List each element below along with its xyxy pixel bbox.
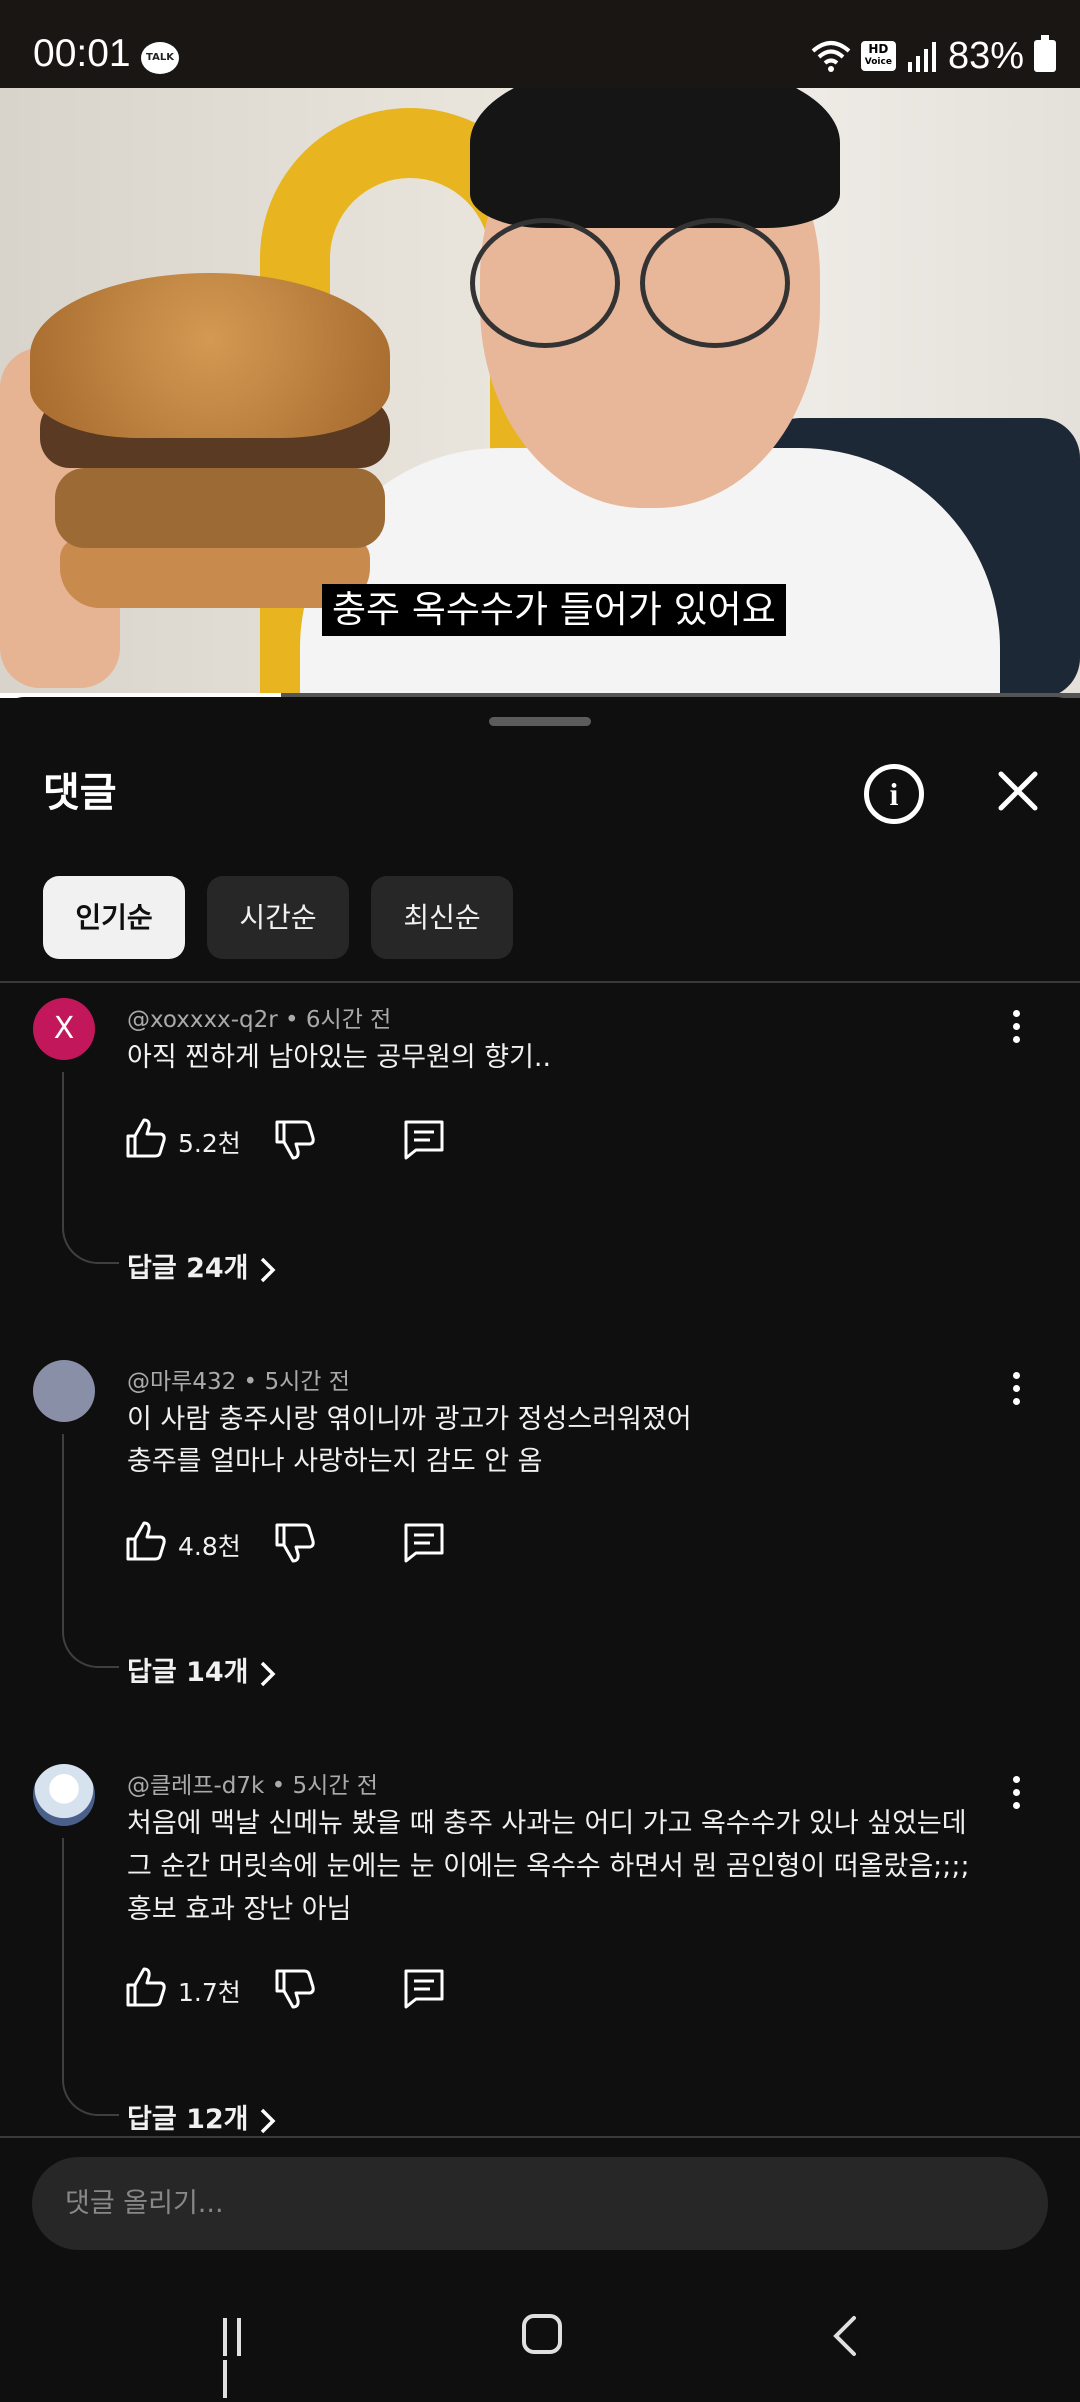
comment-text-line: 처음에 맥날 신메뉴 봤을 때 충주 사과는 어디 가고 옥수수가 있나 싶었는… <box>127 1808 967 1839</box>
info-button[interactable]: i <box>864 764 924 824</box>
replies-button[interactable]: 답글 12개 <box>127 2097 277 2136</box>
battery-percent: 83% <box>947 34 1024 77</box>
like-count: 5.2천 <box>178 1129 241 1158</box>
thread-line <box>62 1838 119 2116</box>
status-bar: 00:01 TALK HD Voice 83% <box>0 0 1080 88</box>
info-icon: i <box>889 776 899 812</box>
chevron-right-icon <box>260 1661 275 1686</box>
reply-icon[interactable] <box>402 1967 446 2011</box>
thread-line <box>62 1434 119 1668</box>
replies-count: 답글 12개 <box>127 2104 249 2135</box>
wifi-icon <box>811 41 851 72</box>
status-time: 00:01 <box>33 32 131 75</box>
close-icon[interactable] <box>993 766 1043 816</box>
panel-title: 댓글 <box>43 770 117 816</box>
chip-popular[interactable]: 인기순 <box>43 876 185 959</box>
chip-newest[interactable]: 최신순 <box>371 876 513 959</box>
reply-icon[interactable] <box>402 1118 446 1162</box>
glasses-right <box>640 218 790 348</box>
reply-icon[interactable] <box>402 1521 446 1565</box>
comment-author[interactable]: @xoxxxx-q2r <box>127 1007 278 1033</box>
comment-text-line: 이 사람 충주시랑 엮이니까 광고가 정성스러워졌어 <box>127 1404 692 1435</box>
dislike-icon[interactable] <box>273 1118 317 1162</box>
comment-author[interactable]: @클레프-d7k <box>127 1773 264 1799</box>
replies-button[interactable]: 답글 14개 <box>127 1650 277 1689</box>
thread-line <box>62 1072 119 1264</box>
back-icon[interactable] <box>830 2314 860 2358</box>
like-count: 4.8천 <box>178 1532 241 1561</box>
like-icon[interactable] <box>124 1965 168 2009</box>
like-icon[interactable] <box>124 1116 168 1160</box>
like-icon[interactable] <box>124 1519 168 1563</box>
like-count: 1.7천 <box>178 1978 241 2007</box>
more-options-icon[interactable] <box>1004 1776 1028 1820</box>
hd-voice-icon: HD Voice <box>860 41 896 71</box>
signal-icon <box>907 42 936 72</box>
avatar[interactable] <box>33 1764 95 1826</box>
divider <box>0 2136 1080 2138</box>
drag-handle[interactable] <box>489 717 591 726</box>
comment-author[interactable]: @마루432 <box>127 1369 236 1395</box>
comment-meta: @마루432 • 5시간 전 <box>127 1369 350 1395</box>
comment-text-line: 그 순간 머릿속에 눈에는 눈 이에는 옥수수 하면서 뭔 곰인형이 떠올랐음;… <box>127 1851 970 1882</box>
chevron-right-icon <box>260 1257 275 1282</box>
avatar[interactable] <box>33 1360 95 1422</box>
battery-icon <box>1034 35 1056 72</box>
recent-apps-icon[interactable] <box>223 2318 263 2398</box>
comment-text-line: 홍보 효과 장난 아님 <box>127 1894 352 1925</box>
more-options-icon[interactable] <box>1004 1010 1028 1054</box>
home-icon[interactable] <box>522 2314 562 2354</box>
comment-time: 6시간 전 <box>305 1007 392 1033</box>
more-options-icon[interactable] <box>1004 1372 1028 1416</box>
avatar[interactable]: X <box>33 998 95 1060</box>
comment-time: 5시간 전 <box>264 1369 350 1395</box>
chip-timestamp[interactable]: 시간순 <box>207 876 349 959</box>
chevron-right-icon <box>260 2108 275 2133</box>
comment-meta: @xoxxxx-q2r • 6시간 전 <box>127 1007 392 1033</box>
comment-text-line: 아직 찐하게 남아있는 공무원의 향기.. <box>127 1042 552 1073</box>
comment-meta: @클레프-d7k • 5시간 전 <box>127 1773 378 1799</box>
person-hair <box>470 88 840 228</box>
divider <box>0 981 1080 983</box>
comment-input[interactable]: 댓글 올리기... <box>32 2157 1048 2250</box>
comment-text-line: 충주를 얼마나 사랑하는지 감도 안 옴 <box>127 1446 543 1477</box>
replies-count: 답글 24개 <box>127 1253 249 1284</box>
glasses-left <box>470 218 620 348</box>
dislike-icon[interactable] <box>273 1967 317 2011</box>
replies-button[interactable]: 답글 24개 <box>127 1246 277 1285</box>
replies-count: 답글 14개 <box>127 1657 249 1688</box>
comment-time: 5시간 전 <box>292 1773 378 1799</box>
talk-icon: TALK <box>141 42 179 74</box>
dislike-icon[interactable] <box>273 1521 317 1565</box>
video-subtitle: 충주 옥수수가 들어가 있어요 <box>322 584 786 636</box>
